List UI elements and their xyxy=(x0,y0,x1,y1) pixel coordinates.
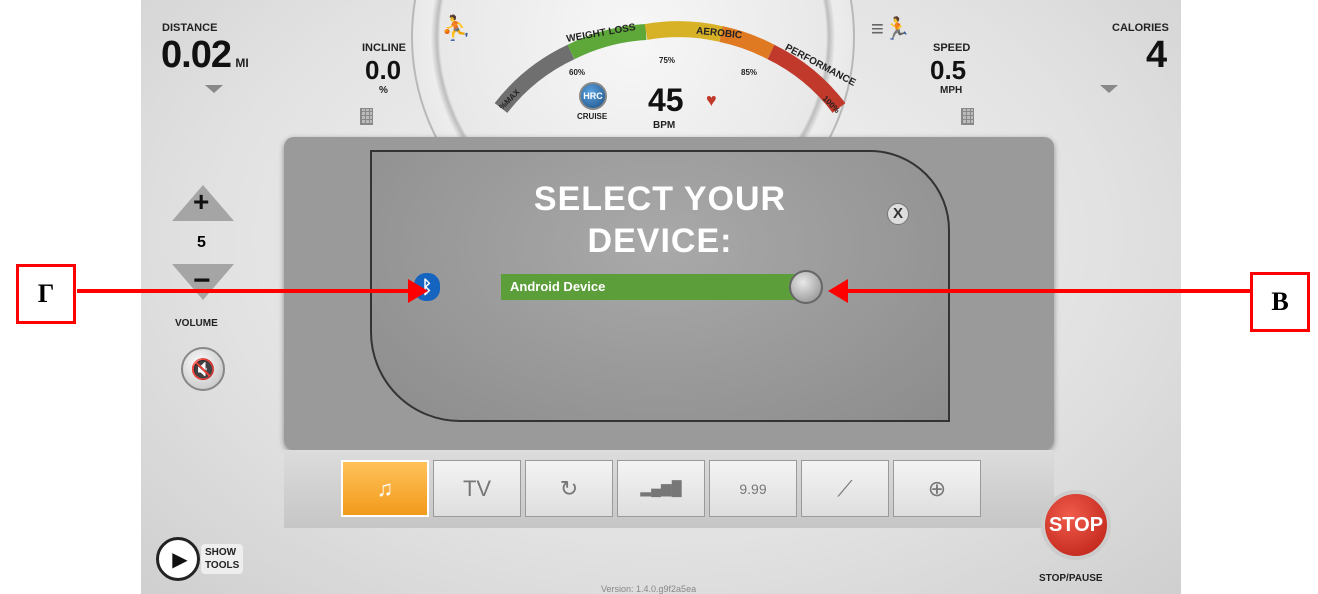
distance-label: DISTANCE xyxy=(162,22,218,34)
calories-dropdown-icon[interactable] xyxy=(1100,85,1118,93)
volume-label: VOLUME xyxy=(175,318,218,329)
speaker-mute-icon: 🔇 xyxy=(190,358,216,381)
right-arrow-head xyxy=(828,279,848,303)
right-annotation-arrow xyxy=(845,289,1250,293)
tray-button-globe-www[interactable]: ⊕ xyxy=(893,460,981,517)
annotation-label-right: В xyxy=(1250,272,1310,332)
annotation-label-left: Г xyxy=(16,264,76,324)
distance-unit: MI xyxy=(235,56,249,70)
price-display-icon: 9.99 xyxy=(739,480,767,497)
bpm-value: 45 xyxy=(648,82,684,118)
stop-button[interactable]: STOP xyxy=(1041,490,1111,560)
version-text: Version: 1.4.0.g9f2a5ea xyxy=(601,584,697,594)
distance-value: 0.02 xyxy=(161,34,232,76)
hrc-cruise-button[interactable]: HRC xyxy=(579,82,607,110)
tick-75: 75% xyxy=(659,56,676,65)
tray-button-tv[interactable]: TV xyxy=(433,460,521,517)
calories-label: CALORIES xyxy=(1112,22,1169,34)
stop-pause-label: STOP/PAUSE xyxy=(1039,573,1103,584)
tv-icon: TV xyxy=(462,475,492,501)
bpm-label: BPM xyxy=(653,120,676,131)
plus-icon: + xyxy=(193,186,210,217)
tick-60: 60% xyxy=(569,68,586,77)
incline-unit: % xyxy=(379,85,388,96)
dialog-title: SELECT YOUR DEVICE: xyxy=(533,180,787,260)
mute-button[interactable]: 🔇 xyxy=(181,347,225,391)
speed-label: SPEED xyxy=(933,42,971,54)
tray-button-price-display[interactable]: 9.99 xyxy=(709,460,797,517)
tray-button-phone-music[interactable]: ♫ xyxy=(341,460,429,517)
route-icon: ⟋ xyxy=(837,475,853,501)
incline-value: 0.0 xyxy=(365,55,402,85)
speed-keypad-icon[interactable] xyxy=(961,108,974,125)
volume-level: 5 xyxy=(197,234,206,251)
incline-walker-icon: ⛹ xyxy=(441,15,471,42)
speed-value: 0.5 xyxy=(930,55,967,85)
device-connect-toggle[interactable] xyxy=(789,270,823,304)
distance-dropdown-icon[interactable] xyxy=(205,85,223,93)
close-button[interactable]: X xyxy=(887,203,909,225)
left-annotation-arrow xyxy=(77,289,412,293)
play-icon: ▶ xyxy=(172,548,188,571)
tray-button-route[interactable]: ⟋ xyxy=(801,460,889,517)
incline-keypad-icon[interactable] xyxy=(360,108,373,125)
calories-value: 4 xyxy=(1146,34,1167,76)
hrc-label: HRC xyxy=(583,91,603,101)
equalizer-icon: ▂▄▆█ xyxy=(640,480,682,496)
speed-unit: MPH xyxy=(940,85,963,96)
show-tools-button[interactable]: ▶ xyxy=(156,537,200,581)
incline-label: INCLINE xyxy=(362,42,406,54)
left-arrow-head xyxy=(408,279,428,303)
tick-85: 85% xyxy=(741,68,758,77)
treadmill-screen: WEIGHT LOSS AEROBIC PERFORMANCE %MAX 60%… xyxy=(141,0,1181,594)
replay-icon: ↻ xyxy=(559,475,579,501)
cruise-label: CRUISE xyxy=(577,112,608,121)
phone-music-icon: ♫ xyxy=(376,475,394,501)
device-list-item[interactable]: Android Device xyxy=(501,274,805,300)
distance-readout: 0.02 MI xyxy=(161,34,249,77)
globe-www-icon: ⊕ xyxy=(927,475,947,501)
heart-icon: ♥ xyxy=(706,90,717,110)
tray-button-replay[interactable]: ↻ xyxy=(525,460,613,517)
speed-runner-icon: ≡🏃 xyxy=(871,16,912,41)
tray-button-equalizer[interactable]: ▂▄▆█ xyxy=(617,460,705,517)
show-tools-label[interactable]: SHOW TOOLS xyxy=(201,544,244,574)
